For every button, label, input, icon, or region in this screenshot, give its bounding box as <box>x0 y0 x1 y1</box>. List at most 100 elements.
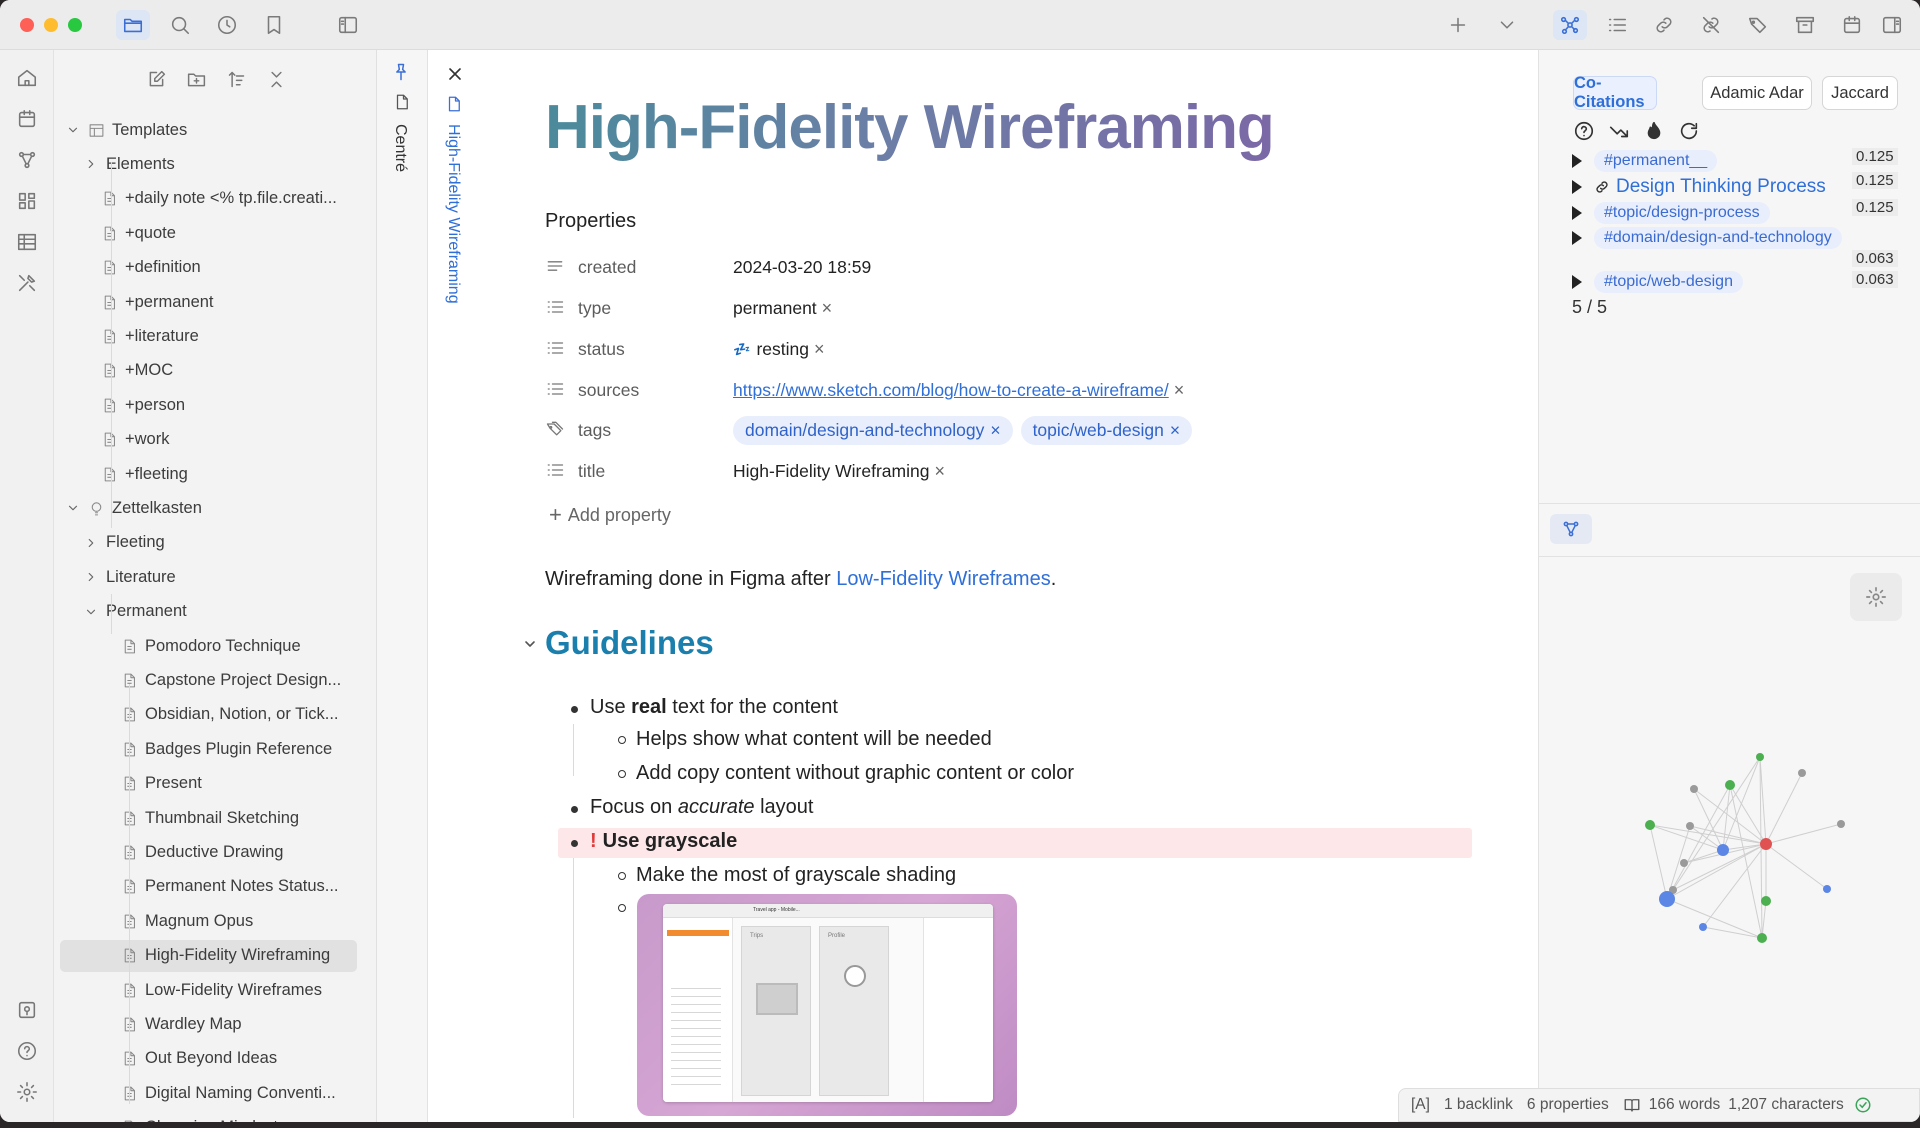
graph-node[interactable] <box>1645 820 1655 830</box>
property-value[interactable]: domain/design-and-technology × topic/web-… <box>733 415 1200 445</box>
new-folder-icon[interactable] <box>181 64 211 94</box>
fold-chevron-icon[interactable] <box>522 636 538 652</box>
tree-file-item[interactable]: Deductive Drawing <box>121 836 283 868</box>
trend-icon[interactable] <box>1608 120 1632 144</box>
remove-value-icon[interactable]: × <box>1174 380 1185 401</box>
graph-icon[interactable] <box>1553 10 1587 40</box>
tree-folder-item[interactable]: Zettelkasten <box>66 492 202 524</box>
close-icon[interactable] <box>445 64 465 84</box>
property-tags[interactable]: tags domain/design-and-technology × topic… <box>545 412 1265 448</box>
properties-heading[interactable]: Properties <box>545 210 636 233</box>
internal-link[interactable]: Low-Fidelity Wireframes <box>836 568 1050 590</box>
tree-file-item[interactable]: +permanent <box>101 286 214 318</box>
list-item[interactable]: Make the most of grayscale shading <box>636 864 956 887</box>
graph-node[interactable] <box>1756 753 1764 761</box>
cocitation-row[interactable]: Design Thinking Process <box>1572 175 1826 199</box>
right-sidebar-icon[interactable] <box>1875 10 1909 40</box>
property-value[interactable]: High-Fidelity Wireframing × <box>733 461 945 482</box>
close-window-button[interactable] <box>20 18 34 32</box>
tree-folder-item[interactable]: Elements <box>84 148 175 180</box>
graph-node[interactable] <box>1760 838 1772 850</box>
tree-file-item[interactable]: Obsidian, Notion, or Tick... <box>121 699 339 731</box>
tree-file-item[interactable]: Out Beyond Ideas <box>121 1043 277 1075</box>
calendar-icon[interactable] <box>13 105 41 133</box>
chevron-right-icon[interactable] <box>84 570 98 584</box>
graph-settings-button[interactable] <box>1850 573 1902 621</box>
tree-file-item[interactable]: Badges Plugin Reference <box>121 733 332 765</box>
cocitation-tag[interactable]: #topic/web-design <box>1594 271 1743 293</box>
zoom-window-button[interactable] <box>68 18 82 32</box>
tree-file-item[interactable]: Capstone Project Design... <box>121 664 341 696</box>
graph-node[interactable] <box>1690 785 1698 793</box>
graph-node[interactable] <box>1823 885 1831 893</box>
local-graph[interactable] <box>1620 740 1860 950</box>
remove-value-icon[interactable]: × <box>934 461 945 482</box>
property-status[interactable]: status 💤 resting × <box>545 331 1265 367</box>
minimize-window-button[interactable] <box>44 18 58 32</box>
home-icon[interactable] <box>13 64 41 92</box>
tree-file-item[interactable]: Digital Naming Conventi... <box>121 1077 336 1109</box>
property-value[interactable]: https://www.sketch.com/blog/how-to-creat… <box>733 380 1184 401</box>
property-count[interactable]: 6 properties <box>1527 1096 1609 1114</box>
flame-icon[interactable] <box>1643 120 1667 144</box>
links-icon[interactable] <box>1647 10 1681 40</box>
property-sources[interactable]: sources https://www.sketch.com/blog/how-… <box>545 372 1265 408</box>
editor-mode-indicator[interactable]: [A] <box>1411 1096 1430 1114</box>
graph-node[interactable] <box>1659 891 1675 907</box>
graph-node[interactable] <box>1761 896 1771 906</box>
tag-pill[interactable]: domain/design-and-technology × <box>733 415 1013 445</box>
chevron-right-icon[interactable] <box>84 157 98 171</box>
sync-check-icon[interactable] <box>1854 1096 1872 1114</box>
calendar-icon[interactable] <box>1835 10 1869 40</box>
help-icon[interactable] <box>13 1037 41 1065</box>
list-icon[interactable] <box>1600 10 1634 40</box>
graph-node[interactable] <box>1837 820 1845 828</box>
active-tab-label[interactable]: High-Fidelity Wireframing <box>444 124 462 304</box>
pinned-tab-label[interactable]: Centré <box>391 124 409 172</box>
expand-triangle-icon[interactable] <box>1572 206 1582 220</box>
property-created[interactable]: created 2024-03-20 18:59 <box>545 249 1265 285</box>
cocitation-row[interactable]: #topic/design-process <box>1572 201 1770 225</box>
tree-file-item[interactable]: +definition <box>101 252 201 284</box>
tree-file-item[interactable]: +person <box>101 389 185 421</box>
property-value[interactable]: permanent × <box>733 298 832 319</box>
tree-file-item[interactable]: Changing Mindset <box>121 1112 278 1122</box>
chevron-down-icon[interactable] <box>1490 10 1524 40</box>
graph-view-tab[interactable] <box>1550 514 1592 544</box>
property-title[interactable]: title High-Fidelity Wireframing × <box>545 453 1265 489</box>
list-item[interactable]: Helps show what content will be needed <box>636 728 992 751</box>
tree-file-item[interactable]: Pomodoro Technique <box>121 630 301 662</box>
list-item[interactable]: Add copy content without graphic content… <box>636 762 1074 785</box>
graph-node[interactable] <box>1680 859 1688 867</box>
collapse-icon[interactable] <box>261 64 291 94</box>
tree-file-item[interactable]: Permanent Notes Status... <box>121 871 339 903</box>
graph-node[interactable] <box>1757 933 1767 943</box>
created-value[interactable]: 2024-03-20 18:59 <box>733 257 871 278</box>
list-item[interactable]: Use real text for the content <box>590 696 838 719</box>
unlinked-icon[interactable] <box>1694 10 1728 40</box>
note-title[interactable]: High-Fidelity Wireframing <box>545 92 1275 163</box>
embedded-image[interactable]: Travel app - Mobile... Trips Profile <box>637 894 1017 1116</box>
intro-paragraph[interactable]: Wireframing done in Figma after Low-Fide… <box>545 568 1056 591</box>
graph-node[interactable] <box>1686 822 1694 830</box>
type-value[interactable]: permanent <box>733 298 817 319</box>
property-type[interactable]: type permanent × <box>545 290 1265 326</box>
book-icon[interactable] <box>1623 1096 1641 1114</box>
chevron-down-icon[interactable] <box>84 605 98 619</box>
refresh-icon[interactable] <box>1678 120 1702 144</box>
expand-triangle-icon[interactable] <box>1572 180 1582 194</box>
tree-file-item[interactable]: +literature <box>101 320 199 352</box>
cocitation-row[interactable]: #domain/design-and-technology <box>1572 226 1842 250</box>
plus-icon[interactable] <box>1441 10 1475 40</box>
remove-value-icon[interactable]: × <box>814 339 825 360</box>
expand-triangle-icon[interactable] <box>1572 275 1582 289</box>
bookmark-icon[interactable] <box>257 10 291 40</box>
source-link[interactable]: https://www.sketch.com/blog/how-to-creat… <box>733 380 1169 401</box>
guidelines-heading[interactable]: Guidelines <box>545 624 714 662</box>
tree-folder-item[interactable]: Literature <box>84 561 176 593</box>
list-item[interactable]: Focus on accurate layout <box>590 796 813 819</box>
tags-icon[interactable] <box>1741 10 1775 40</box>
cocitation-tag[interactable]: #topic/design-process <box>1594 202 1770 224</box>
add-property-button[interactable]: + Add property <box>549 502 671 528</box>
sidebar-toggle-icon[interactable] <box>331 10 365 40</box>
